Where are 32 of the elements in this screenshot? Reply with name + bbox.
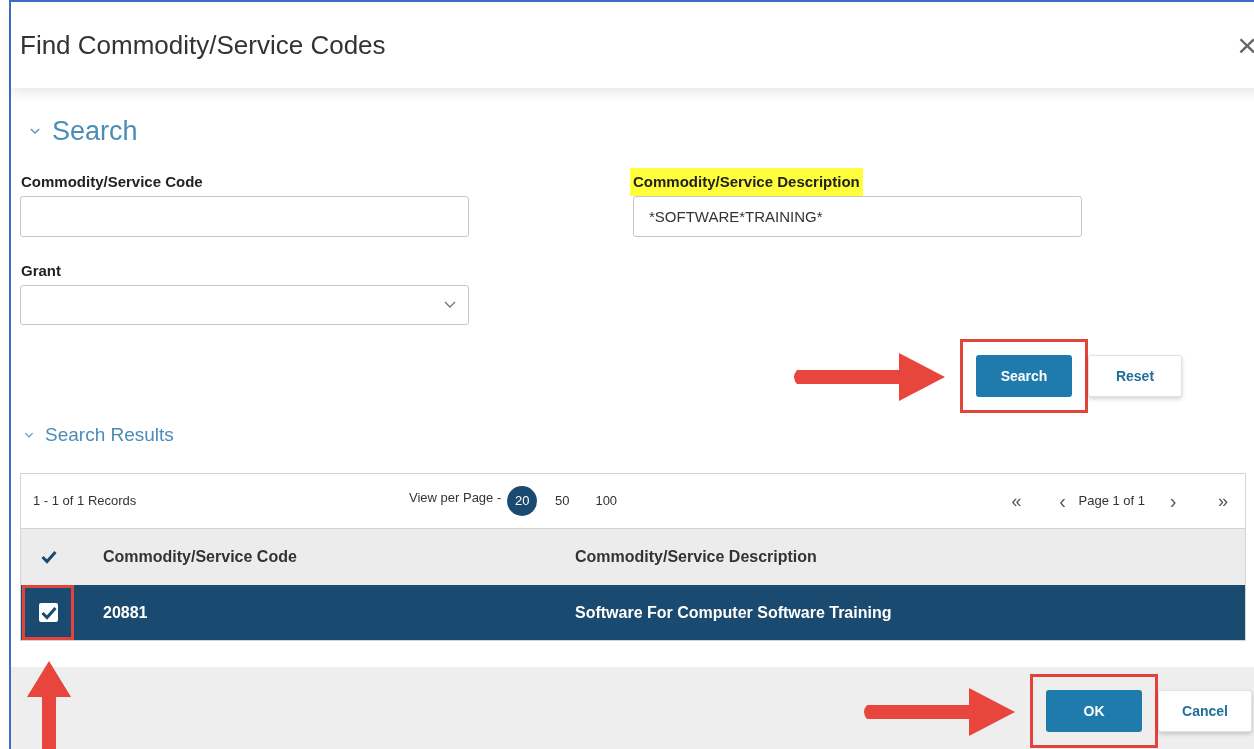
primary-button[interactable]: Search: [976, 355, 1072, 397]
table-cell-text: Software For Computer Software Training: [575, 602, 892, 623]
page-size-option[interactable]: 100: [591, 486, 622, 516]
table-cell-text: 20881: [103, 602, 149, 623]
record-count: 1 - 1 of 1 Records: [33, 492, 138, 511]
page-indicator: Page 1 of 1: [1078, 492, 1145, 511]
text-field[interactable]: *SOFTWARE*TRAINING*: [633, 196, 1082, 237]
next-page-button[interactable]: ›: [1165, 486, 1181, 516]
column-header: Commodity/Service Code: [103, 547, 298, 567]
last-page-button[interactable]: »: [1213, 487, 1233, 515]
page-size-option[interactable]: 20: [507, 486, 538, 516]
dialog-title: Find Commodity/Service Codes: [20, 28, 386, 62]
close-button[interactable]: ×: [1237, 28, 1254, 62]
section-heading: Search Results: [45, 422, 174, 447]
secondary-button[interactable]: Reset: [1088, 355, 1182, 397]
field-label: Commodity/Service Description: [630, 167, 863, 197]
secondary-button[interactable]: Cancel: [1158, 690, 1252, 732]
grant-dropdown[interactable]: [20, 285, 469, 325]
primary-button[interactable]: OK: [1046, 690, 1142, 732]
field-label: Commodity/Service Code: [20, 171, 204, 192]
text-field[interactable]: [20, 196, 469, 237]
checkmark-icon: [40, 550, 57, 564]
first-page-button[interactable]: «: [1006, 487, 1027, 515]
column-header: Commodity/Service Description: [575, 547, 817, 567]
field-label: Grant: [20, 260, 62, 281]
page-size-option[interactable]: 50: [547, 486, 578, 516]
checkmark-icon: [40, 605, 57, 620]
previous-page-button[interactable]: ‹: [1054, 486, 1071, 516]
row-checkbox[interactable]: [39, 603, 58, 622]
section-heading: Search: [52, 114, 138, 148]
chevron-down-icon: [444, 301, 456, 309]
view-per-page-label: View per Page -: [409, 489, 502, 508]
